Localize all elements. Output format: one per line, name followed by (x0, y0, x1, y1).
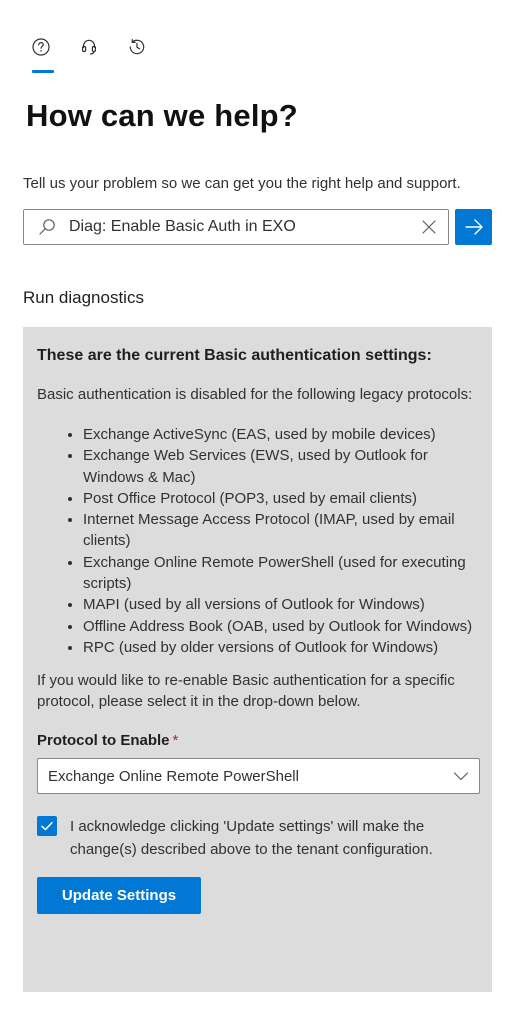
protocol-list-item: Offline Address Book (OAB, used by Outlo… (83, 616, 478, 637)
search-submit-button[interactable] (455, 209, 492, 245)
help-icon (32, 38, 50, 56)
protocol-list-item: Post Office Protocol (POP3, used by emai… (83, 488, 478, 509)
run-diagnostics-title: Run diagnostics (23, 288, 144, 307)
acknowledge-row: I acknowledge clicking 'Update settings'… (37, 815, 478, 861)
page-subtitle: Tell us your problem so we can get you t… (23, 175, 461, 192)
diagnostics-intro: Basic authentication is disabled for the… (37, 386, 473, 403)
clear-icon[interactable] (421, 219, 437, 235)
update-settings-button[interactable]: Update Settings (37, 877, 201, 915)
search-input[interactable] (69, 218, 421, 236)
protocol-list-item: Exchange ActiveSync (EAS, used by mobile… (83, 424, 478, 445)
protocol-list-item: Exchange Web Services (EWS, used by Outl… (83, 445, 478, 488)
tab-help[interactable] (30, 36, 54, 73)
tab-history[interactable] (126, 36, 148, 58)
history-icon (129, 39, 145, 55)
acknowledge-text: I acknowledge clicking 'Update settings'… (70, 818, 433, 859)
chevron-down-icon (453, 772, 469, 781)
protocol-field-label-text: Protocol to Enable (37, 732, 170, 750)
required-marker: * (172, 732, 179, 750)
protocol-dropdown-value: Exchange Online Remote PowerShell (48, 767, 299, 785)
protocol-list-item: Exchange Online Remote PowerShell (used … (83, 552, 478, 595)
headset-icon (81, 39, 96, 55)
tab-contact-support[interactable] (78, 36, 100, 58)
search-box (23, 209, 449, 245)
arrow-right-icon (464, 219, 483, 235)
page-title: How can we help? (26, 98, 298, 133)
reenable-instructions: If you would like to re-enable Basic aut… (37, 672, 455, 711)
help-tabbar (30, 36, 148, 73)
protocol-field-label: Protocol to Enable * (37, 732, 478, 749)
acknowledge-checkbox[interactable] (37, 816, 57, 837)
checkmark-icon (41, 822, 53, 831)
protocol-dropdown[interactable]: Exchange Online Remote PowerShell (37, 758, 480, 795)
search-icon (39, 219, 55, 235)
protocol-list: Exchange ActiveSync (EAS, used by mobile… (37, 424, 478, 658)
protocol-list-item: MAPI (used by all versions of Outlook fo… (83, 594, 478, 615)
protocol-list-item: Internet Message Access Protocol (IMAP, … (83, 509, 478, 552)
diagnostics-panel: These are the current Basic authenticati… (23, 327, 492, 992)
protocol-list-item: RPC (used by older versions of Outlook f… (83, 637, 478, 658)
diagnostics-heading: These are the current Basic authenticati… (37, 347, 432, 364)
